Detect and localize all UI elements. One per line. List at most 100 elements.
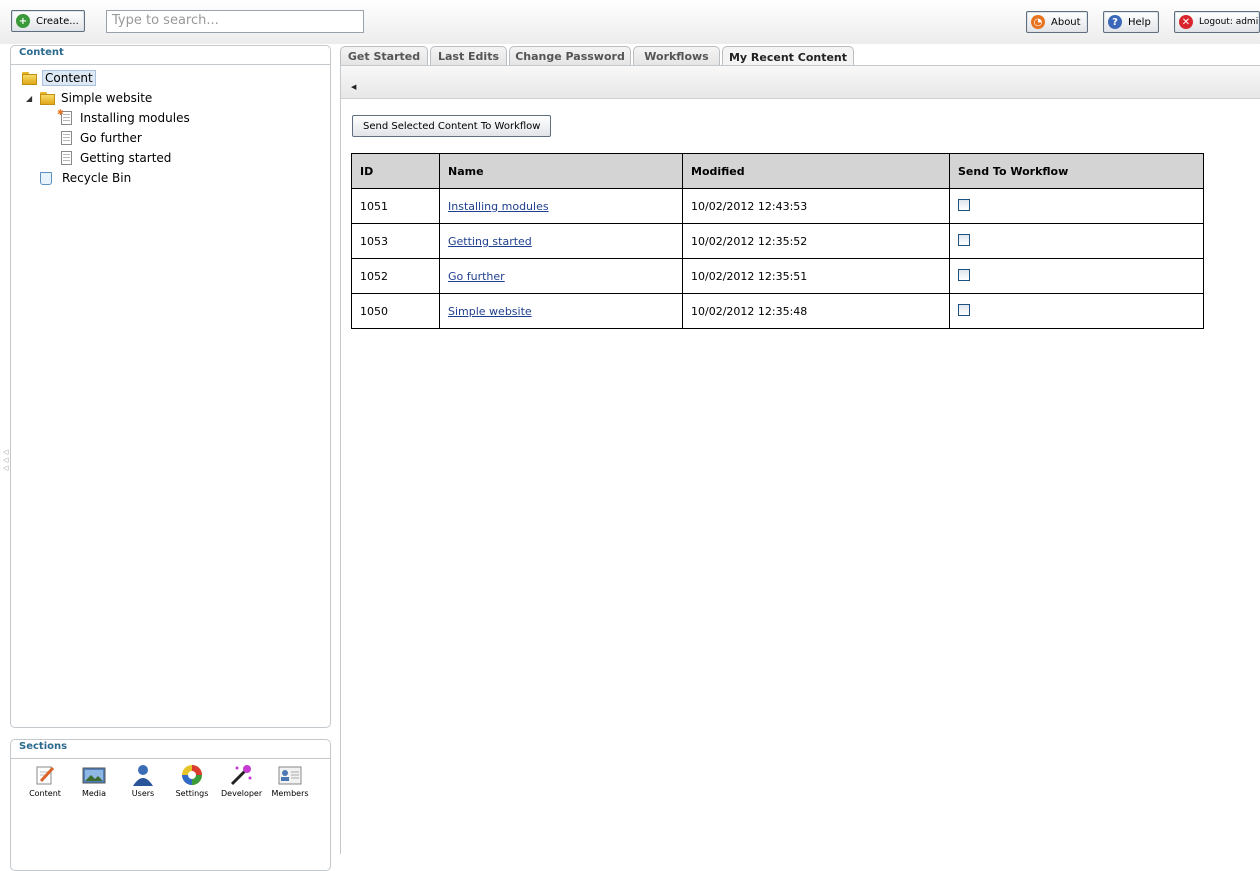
send-to-workflow-button[interactable]: Send Selected Content To Workflow — [352, 115, 552, 137]
about-label: About — [1051, 16, 1081, 28]
tree-node-installing-modules[interactable]: ✱ Installing modules — [57, 108, 190, 127]
tree-label-content: Content — [42, 70, 96, 86]
developer-wand-icon — [229, 764, 253, 786]
cell-name: Go further — [439, 258, 683, 294]
content-edit-icon — [33, 764, 57, 786]
section-media[interactable]: Media — [74, 764, 114, 798]
about-icon: ◔ — [1031, 15, 1045, 29]
content-link[interactable]: Getting started — [448, 235, 532, 248]
tab-last-edits[interactable]: Last Edits — [430, 46, 507, 66]
cell-send-to-workflow — [949, 188, 1204, 224]
tab-label: Last Edits — [437, 50, 500, 63]
cell-name: Installing modules — [439, 188, 683, 224]
logout-icon: ✕ — [1179, 15, 1193, 29]
cell-modified: 10/02/2012 12:35:52 — [682, 223, 950, 259]
recent-content-table: ID Name Modified Send To Workflow 1051 I… — [351, 153, 1204, 329]
cell-send-to-workflow — [949, 293, 1204, 329]
document-icon — [61, 131, 72, 145]
tab-label: Workflows — [644, 50, 709, 63]
section-developer[interactable]: Developer — [221, 764, 263, 798]
send-to-workflow-label: Send Selected Content To Workflow — [363, 120, 541, 132]
tree-label-installing-modules: Installing modules — [80, 111, 190, 125]
about-button[interactable]: ◔ About — [1026, 11, 1088, 33]
cell-id: 1051 — [351, 188, 440, 224]
tab-label: Get Started — [347, 50, 421, 63]
content-link[interactable]: Go further — [448, 270, 505, 283]
column-header-modified: Modified — [682, 153, 950, 189]
cell-id: 1052 — [351, 258, 440, 294]
logout-label: Logout: admin — [1199, 17, 1260, 27]
content-link[interactable]: Simple website — [448, 305, 532, 318]
create-label: Create... — [36, 15, 79, 27]
cell-send-to-workflow — [949, 258, 1204, 294]
cell-modified: 10/02/2012 12:43:53 — [682, 188, 950, 224]
splitter-handle[interactable]: ◁ ◁ ◁ — [3, 448, 8, 472]
table-row: 1050 Simple website 10/02/2012 12:35:48 — [351, 293, 1204, 329]
folder-icon — [40, 91, 56, 105]
new-badge-icon: ✱ — [57, 108, 64, 117]
cell-id: 1050 — [351, 293, 440, 329]
tab-label: Change Password — [515, 50, 625, 63]
help-icon: ? — [1108, 15, 1122, 29]
users-person-icon — [131, 764, 155, 786]
cell-name: Simple website — [439, 293, 683, 329]
create-button[interactable]: + Create... — [11, 10, 85, 32]
collapse-arrow-icon[interactable]: ◢ — [26, 94, 40, 103]
send-to-workflow-checkbox[interactable] — [958, 198, 970, 211]
column-header-name: Name — [439, 153, 683, 189]
table-row: 1051 Installing modules 10/02/2012 12:43… — [351, 188, 1204, 224]
table-header-row: ID Name Modified Send To Workflow — [351, 153, 1204, 189]
tab-get-started[interactable]: Get Started — [340, 46, 428, 66]
tree-node-simple-website[interactable]: ◢ Simple website — [26, 89, 152, 107]
collapse-left-icon[interactable]: ◀ — [351, 83, 356, 91]
main-content-area: ◀ Send Selected Content To Workflow ID N… — [340, 65, 1260, 854]
top-toolbar: + Create... Type to search... ◔ About ? … — [0, 0, 1260, 44]
cell-id: 1053 — [351, 223, 440, 259]
tree-node-go-further[interactable]: Go further — [61, 129, 142, 147]
content-panel-title: Content — [11, 46, 330, 65]
sections-panel-title: Sections — [11, 740, 330, 759]
tab-my-recent-content[interactable]: My Recent Content — [722, 46, 854, 67]
tree-node-recycle-bin[interactable]: Recycle Bin — [40, 169, 131, 187]
send-to-workflow-checkbox[interactable] — [958, 303, 970, 316]
content-tree-panel: Content — [10, 45, 331, 728]
cell-modified: 10/02/2012 12:35:48 — [682, 293, 950, 329]
cell-send-to-workflow — [949, 223, 1204, 259]
media-image-icon — [82, 764, 106, 786]
cell-name: Getting started — [439, 223, 683, 259]
tree-label-getting-started: Getting started — [80, 151, 172, 165]
content-link[interactable]: Installing modules — [448, 200, 549, 213]
section-members[interactable]: Members — [270, 764, 310, 798]
tree-node-getting-started[interactable]: Getting started — [61, 149, 171, 167]
settings-color-wheel-icon — [180, 764, 204, 786]
column-header-id: ID — [351, 153, 440, 189]
send-to-workflow-checkbox[interactable] — [958, 268, 970, 281]
section-label: Users — [131, 789, 155, 798]
section-label: Settings — [175, 789, 209, 798]
add-icon: + — [16, 14, 30, 28]
section-content[interactable]: Content — [25, 764, 65, 798]
tab-change-password[interactable]: Change Password — [509, 46, 631, 66]
section-settings[interactable]: Settings — [172, 764, 212, 798]
tree-label-simple-website: Simple website — [61, 91, 153, 105]
section-users[interactable]: Users — [123, 764, 163, 798]
cell-modified: 10/02/2012 12:35:51 — [682, 258, 950, 294]
table-row: 1053 Getting started 10/02/2012 12:35:52 — [351, 223, 1204, 259]
search-input[interactable]: Type to search... — [106, 10, 364, 33]
folder-icon — [22, 71, 38, 85]
section-label: Media — [81, 789, 107, 798]
members-card-icon — [278, 764, 302, 786]
tab-subbar: ◀ — [341, 66, 1260, 99]
help-button[interactable]: ? Help — [1103, 11, 1159, 33]
section-label: Content — [29, 789, 61, 798]
logout-button[interactable]: ✕ Logout: admin — [1174, 11, 1260, 33]
recycle-bin-icon — [40, 171, 52, 185]
send-to-workflow-checkbox[interactable] — [958, 233, 970, 246]
help-label: Help — [1128, 16, 1151, 28]
tree-node-content[interactable]: Content — [22, 69, 96, 87]
section-label: Developer — [221, 789, 263, 798]
tab-workflows[interactable]: Workflows — [633, 46, 720, 66]
section-label: Members — [271, 789, 309, 798]
sections-panel: Sections — [10, 739, 331, 871]
tab-label: My Recent Content — [728, 50, 848, 64]
